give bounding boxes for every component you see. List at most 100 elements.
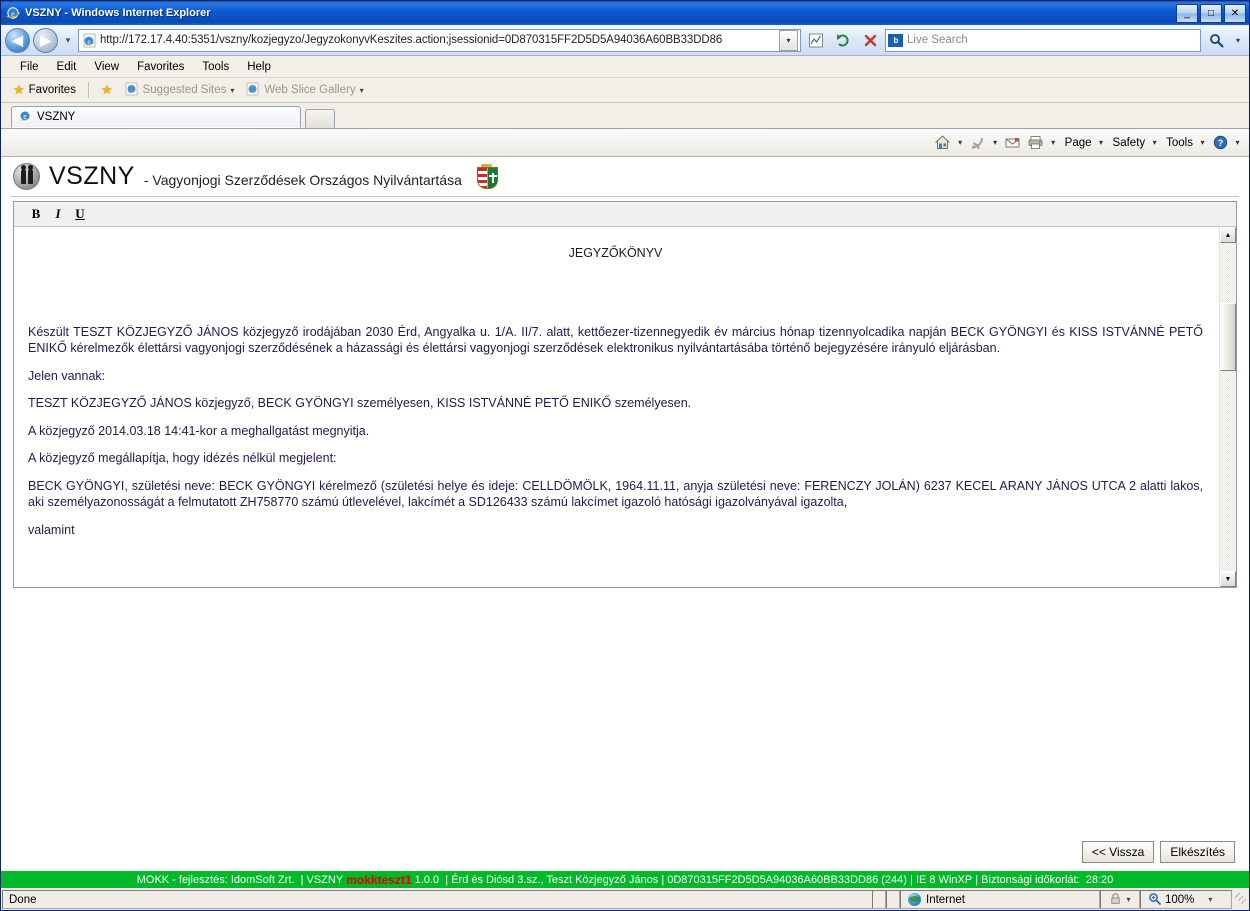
italic-button[interactable]: I (48, 205, 68, 224)
address-bar[interactable]: e http://172.17.4.40:5351/vszny/kozjegyz… (78, 28, 801, 52)
command-bar: ▾ ▾ ▾ Page ▾ Safety ▾ Tools ▾ ? ▾ (1, 129, 1249, 157)
menu-item-favorites[interactable]: Favorites (128, 59, 193, 75)
add-star-icon: ★ (100, 82, 113, 97)
protected-mode-cell[interactable]: ▾ (1100, 890, 1140, 909)
globe-icon (908, 893, 921, 906)
help-dropdown-icon[interactable]: ▾ (1232, 138, 1243, 147)
close-button[interactable]: ✕ (1224, 4, 1246, 23)
minimize-button[interactable]: _ (1176, 4, 1198, 23)
tools-dropdown-icon[interactable]: ▾ (1197, 138, 1208, 147)
scroll-down-arrow-icon[interactable]: ▼ (1220, 571, 1236, 587)
editor-body: JEGYZŐKÖNYV Készült TESZT KÖZJEGYZŐ JÁNO… (14, 227, 1236, 587)
status-spacer-1 (872, 890, 886, 909)
timeout-label: Biztonsági időkorlát: (981, 873, 1080, 886)
safety-dropdown-icon[interactable]: ▾ (1149, 138, 1160, 147)
security-zone-cell[interactable]: Internet (900, 890, 1100, 909)
search-provider-icon: b (888, 33, 903, 47)
suggested-sites-button[interactable]: Suggested Sites ▾ (121, 81, 239, 100)
document-title: JEGYZŐKÖNYV (568, 246, 663, 260)
page-dropdown-icon[interactable]: ▾ (1096, 138, 1107, 147)
zoom-level-label: 100% (1165, 893, 1195, 906)
zoom-dropdown-icon[interactable]: ▾ (1208, 895, 1212, 904)
document-paragraph-7: valamint (28, 522, 75, 537)
submit-button-elkeszites[interactable]: Elkészítés (1160, 841, 1235, 863)
underline-button[interactable]: U (70, 205, 90, 224)
zoom-cell[interactable]: 100% ▾ (1140, 890, 1232, 909)
document-paragraph-5: A közjegyző megállapítja, hogy idézés né… (28, 451, 337, 465)
scrollbar-track[interactable] (1220, 243, 1236, 571)
page-content: VSZNY - Vagyonjogi Szerződések Országos … (1, 157, 1249, 888)
web-slice-gallery-button[interactable]: Web Slice Gallery ▾ (242, 81, 367, 100)
print-icon[interactable] (1025, 133, 1047, 153)
new-tab-button[interactable] (305, 109, 335, 128)
web-slice-gallery-label: Web Slice Gallery (264, 84, 356, 96)
menu-item-edit[interactable]: Edit (48, 59, 86, 75)
bold-button[interactable]: B (26, 205, 46, 224)
add-to-favorites-bar-button[interactable]: ★ (97, 81, 117, 99)
home-dropdown-icon[interactable]: ▾ (955, 138, 966, 147)
toolbar-separator (87, 82, 89, 98)
refresh-button[interactable] (831, 28, 855, 52)
search-box[interactable]: b Live Search (885, 28, 1201, 52)
zoom-icon (1148, 892, 1161, 908)
document-paragraph-4: A közjegyző 2014.03.18 14:41-kor a megha… (28, 423, 370, 438)
lock-icon (1109, 892, 1122, 908)
back-button[interactable]: ◀ (5, 27, 30, 53)
tab-favicon: e (18, 109, 32, 126)
document-paragraph-1: Készült TESZT KÖZJEGYZŐ JÁNOS közjegyző … (28, 324, 1203, 356)
stop-button[interactable] (858, 28, 882, 52)
back-button-vissza[interactable]: << Vissza (1081, 841, 1155, 863)
environment-label: mokkteszt1 (346, 872, 412, 887)
search-submit-icon[interactable] (1204, 29, 1228, 51)
action-buttons: << Vissza Elkészítés (1081, 841, 1235, 863)
menu-item-view[interactable]: View (85, 59, 128, 75)
forward-button[interactable]: ▶ (33, 27, 58, 53)
internet-explorer-icon: e (5, 5, 21, 21)
hungary-coat-of-arms-icon (476, 164, 498, 189)
favorites-center-button[interactable]: ★ Favorites (9, 81, 80, 99)
editor-scrollbar[interactable]: ▲ ▼ (1219, 227, 1236, 587)
favorites-label: Favorites (28, 84, 76, 96)
security-zone-label: Internet (926, 893, 965, 906)
home-icon[interactable] (932, 133, 954, 153)
feeds-icon (967, 133, 989, 153)
vszny-logo-icon (13, 163, 40, 190)
chevron-down-icon-2[interactable]: ▾ (360, 86, 364, 95)
scrollbar-thumb[interactable] (1220, 303, 1236, 371)
print-dropdown-icon[interactable]: ▾ (1048, 138, 1059, 147)
address-dropdown-icon[interactable]: ▾ (779, 29, 798, 51)
timeout-value: 28:20 (1085, 873, 1114, 886)
scroll-up-arrow-icon[interactable]: ▲ (1220, 227, 1236, 243)
document-spacer (28, 262, 1203, 324)
page-icon: e (82, 33, 97, 48)
menu-item-tools[interactable]: Tools (193, 59, 238, 75)
system-label: VSZNY (306, 873, 344, 886)
menu-item-file[interactable]: File (11, 59, 48, 75)
chevron-down-icon[interactable]: ▾ (230, 86, 234, 95)
tab-vszny[interactable]: e VSZNY (11, 106, 301, 128)
compatibility-view-button[interactable] (804, 28, 828, 52)
recent-pages-dropdown-icon[interactable]: ▾ (61, 35, 75, 46)
navigation-bar: ◀ ▶ ▾ e http://172.17.4.40:5351/vszny/ko… (1, 25, 1249, 56)
version-label: 1.0.0 (414, 873, 440, 886)
status-text: Done (2, 890, 872, 909)
svg-text:?: ? (1217, 138, 1223, 148)
help-icon[interactable]: ? (1209, 133, 1231, 153)
search-dropdown-icon[interactable]: ▾ (1231, 36, 1245, 45)
session-label: 0D870315FF2D5D5A94036A60BB33DD86 (244) (667, 873, 907, 886)
page-menu-button[interactable]: Page (1060, 135, 1095, 151)
menu-item-help[interactable]: Help (238, 59, 280, 75)
mail-icon[interactable] (1002, 133, 1024, 153)
safety-menu-button[interactable]: Safety (1108, 135, 1149, 151)
search-input[interactable]: Live Search (907, 34, 968, 46)
document-paragraph-2: Jelen vannak: (28, 368, 106, 383)
developer-label: MOKK - fejlesztés: IdomSoft Zrt. (136, 873, 295, 886)
maximize-button[interactable]: □ (1200, 4, 1222, 23)
window-resize-grip[interactable] (1232, 890, 1248, 909)
protected-mode-dropdown-icon[interactable]: ▾ (1126, 895, 1130, 904)
favorites-bar: ★ Favorites ★ Suggested Sites ▾ Web Slic… (1, 78, 1249, 103)
document-content[interactable]: JEGYZŐKÖNYV Készült TESZT KÖZJEGYZŐ JÁNO… (14, 227, 1219, 587)
header-divider (11, 196, 1239, 197)
status-spacer-2 (886, 890, 900, 909)
tools-menu-button[interactable]: Tools (1161, 135, 1196, 151)
